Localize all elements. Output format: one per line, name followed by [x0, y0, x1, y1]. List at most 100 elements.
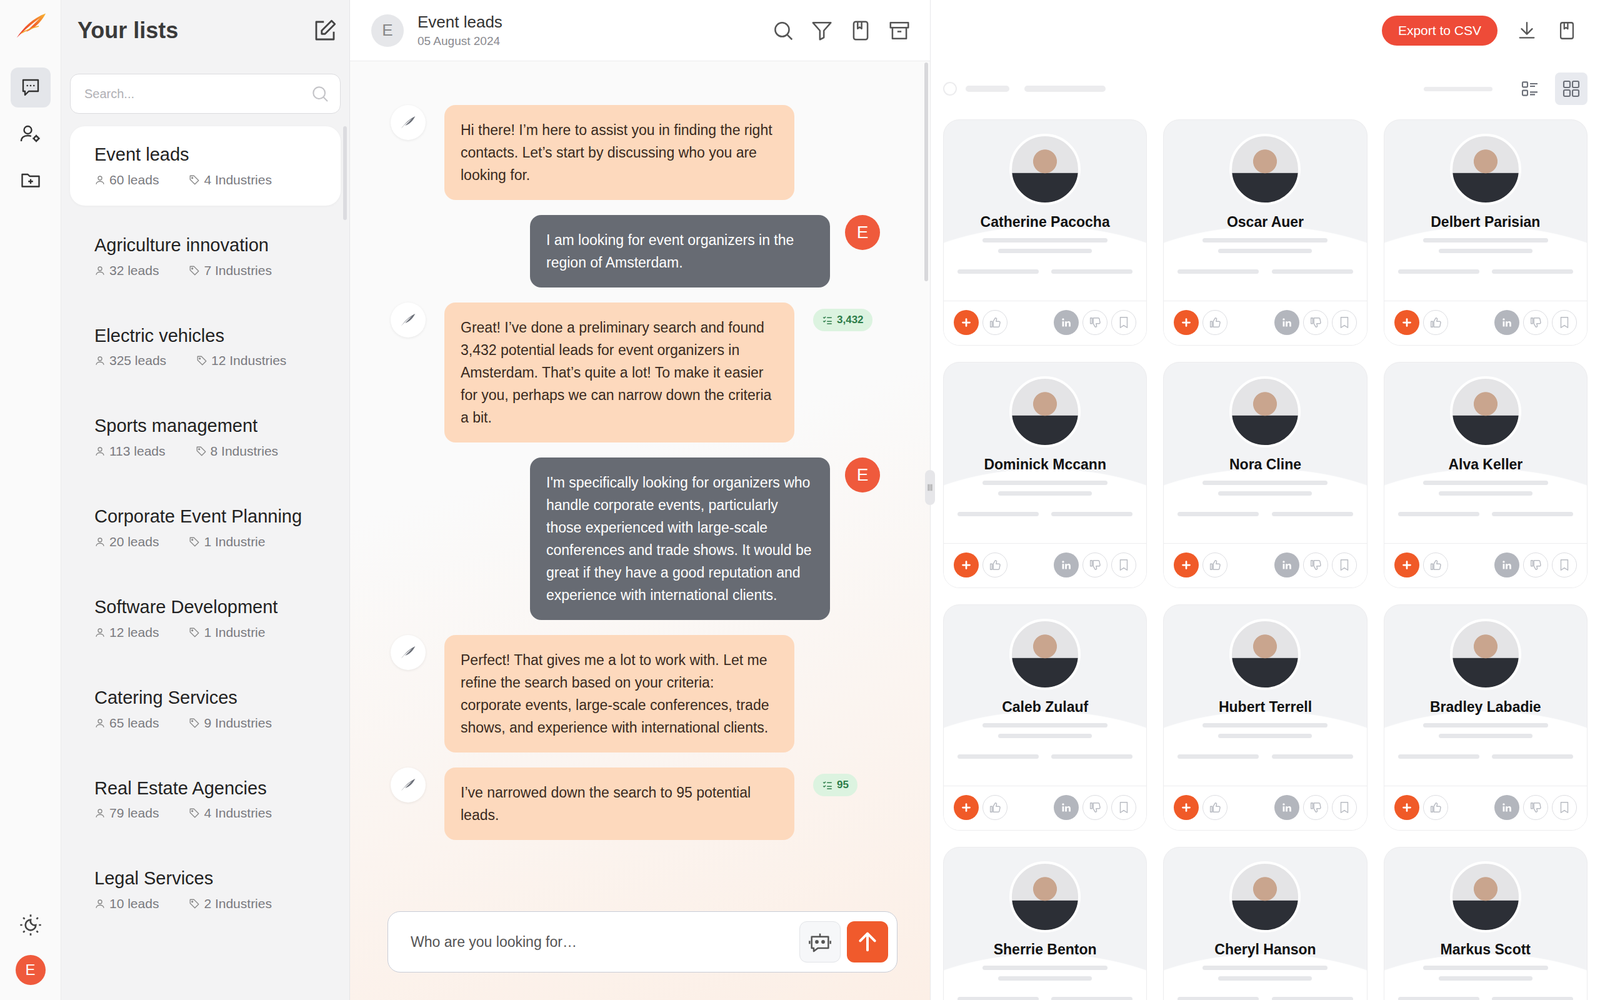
- lead-card[interactable]: Oscar Auer: [1163, 119, 1367, 346]
- result-count-badge[interactable]: 95: [813, 773, 858, 797]
- list-item[interactable]: Sports management 113 leads 8 Industries: [70, 397, 341, 477]
- lists-title: Your lists: [77, 17, 179, 44]
- dislike-button[interactable]: [1082, 795, 1108, 820]
- add-lead-button[interactable]: [953, 795, 979, 820]
- lead-card[interactable]: Hubert Terrell: [1163, 604, 1367, 831]
- save-button[interactable]: [1551, 310, 1577, 335]
- message-input[interactable]: [409, 933, 794, 952]
- rail-button[interactable]: [10, 67, 51, 108]
- linkedin-button[interactable]: [1494, 310, 1520, 335]
- lead-card[interactable]: Catherine Pacocha: [943, 119, 1147, 346]
- add-lead-button[interactable]: [1173, 795, 1199, 820]
- linkedin-button[interactable]: [1274, 310, 1300, 335]
- like-button[interactable]: [1423, 310, 1449, 335]
- like-button[interactable]: [1423, 795, 1449, 820]
- search-icon[interactable]: [771, 18, 795, 43]
- save-button[interactable]: [1331, 552, 1357, 578]
- person-icon: [94, 536, 106, 548]
- user-avatar[interactable]: E: [15, 955, 46, 985]
- assistant-button[interactable]: [799, 921, 841, 963]
- add-lead-button[interactable]: [1394, 795, 1420, 820]
- send-button[interactable]: [846, 921, 889, 963]
- save-button[interactable]: [1331, 795, 1357, 820]
- like-button[interactable]: [1423, 552, 1449, 578]
- dislike-button[interactable]: [1082, 310, 1108, 335]
- lead-card[interactable]: Delbert Parisian: [1383, 119, 1588, 346]
- bookmark-list-icon[interactable]: [1556, 20, 1578, 42]
- export-button[interactable]: Export to CSV: [1381, 15, 1498, 46]
- dislike-button[interactable]: [1303, 795, 1329, 820]
- rail-button[interactable]: [10, 160, 51, 200]
- linkedin-button[interactable]: [1274, 795, 1300, 820]
- list-item[interactable]: Corporate Event Planning 20 leads 1 Indu…: [70, 488, 341, 568]
- search-input[interactable]: [83, 86, 310, 102]
- message-bubble: Perfect! That gives me a lot to work wit…: [444, 635, 795, 753]
- lead-card[interactable]: Caleb Zulauf: [943, 604, 1147, 831]
- like-button[interactable]: [982, 552, 1008, 578]
- linkedin-button[interactable]: [1274, 552, 1300, 578]
- save-button[interactable]: [1111, 552, 1137, 578]
- view-button[interactable]: [1555, 72, 1588, 105]
- lead-card[interactable]: Dominick Mccann: [943, 361, 1147, 589]
- lead-card[interactable]: Alva Keller: [1383, 361, 1588, 589]
- list-name: Event leads: [94, 143, 317, 166]
- linkedin-button[interactable]: [1494, 795, 1520, 820]
- search-icon[interactable]: [310, 83, 330, 104]
- list-item[interactable]: Agriculture innovation 32 leads 7 Indust…: [70, 216, 341, 297]
- download-icon[interactable]: [1516, 20, 1538, 42]
- list-item[interactable]: Catering Services 65 leads 9 Industries: [70, 669, 341, 749]
- add-lead-button[interactable]: [1394, 310, 1420, 335]
- list-item[interactable]: Event leads 60 leads 4 Industries: [70, 126, 341, 206]
- panel-splitter[interactable]: [925, 470, 935, 505]
- dislike-button[interactable]: [1303, 552, 1329, 578]
- lead-card[interactable]: Bradley Labadie: [1383, 604, 1588, 831]
- linkedin-button[interactable]: [1053, 552, 1079, 578]
- lists-scrollbar[interactable]: [343, 126, 347, 220]
- linkedin-button[interactable]: [1053, 795, 1079, 820]
- add-lead-button[interactable]: [1173, 310, 1199, 335]
- like-button[interactable]: [982, 310, 1008, 335]
- like-button[interactable]: [1202, 310, 1228, 335]
- archive-icon[interactable]: [887, 18, 912, 43]
- user-settings-icon: [19, 122, 42, 145]
- save-button[interactable]: [1331, 310, 1357, 335]
- dislike-button[interactable]: [1082, 552, 1108, 578]
- bookmark-list-icon[interactable]: [848, 18, 873, 43]
- list-item[interactable]: Legal Services 10 leads 2 Industries: [70, 850, 341, 930]
- add-lead-button[interactable]: [953, 552, 979, 578]
- list-item[interactable]: Electric vehicles 325 leads 12 Industrie…: [70, 307, 341, 387]
- dislike-button[interactable]: [1523, 552, 1549, 578]
- add-lead-button[interactable]: [953, 310, 979, 335]
- like-button[interactable]: [1202, 552, 1228, 578]
- plus-icon: [1179, 800, 1194, 815]
- list-item[interactable]: Software Development 12 leads 1 Industri…: [70, 578, 341, 659]
- dislike-button[interactable]: [1523, 310, 1549, 335]
- like-button[interactable]: [1202, 795, 1228, 820]
- save-button[interactable]: [1551, 795, 1577, 820]
- filter-icon[interactable]: [810, 18, 834, 43]
- linkedin-button[interactable]: [1053, 310, 1079, 335]
- chat-scrollbar[interactable]: [924, 62, 929, 282]
- lead-card[interactable]: Sherrie Benton: [943, 846, 1147, 1000]
- view-button[interactable]: [1513, 72, 1547, 105]
- theme-toggle-icon[interactable]: [18, 912, 44, 938]
- lead-card[interactable]: Cheryl Hanson: [1163, 846, 1367, 1000]
- lead-card[interactable]: Nora Cline: [1163, 361, 1367, 589]
- dislike-button[interactable]: [1303, 310, 1329, 335]
- save-button[interactable]: [1551, 552, 1577, 578]
- add-lead-button[interactable]: [1394, 552, 1420, 578]
- lead-card[interactable]: Markus Scott: [1383, 846, 1588, 1000]
- logo-icon[interactable]: [13, 10, 49, 43]
- linkedin-button[interactable]: [1494, 552, 1520, 578]
- result-count-badge[interactable]: 3,432: [813, 308, 873, 332]
- like-button[interactable]: [982, 795, 1008, 820]
- list-item[interactable]: Real Estate Agencies 79 leads 4 Industri…: [70, 760, 341, 840]
- save-button[interactable]: [1111, 795, 1137, 820]
- save-button[interactable]: [1111, 310, 1137, 335]
- dislike-button[interactable]: [1523, 795, 1549, 820]
- add-lead-button[interactable]: [1173, 552, 1199, 578]
- new-list-icon[interactable]: [311, 17, 339, 44]
- badge-count: 95: [836, 778, 849, 792]
- card-actions: [1384, 543, 1587, 588]
- rail-button[interactable]: [10, 113, 51, 154]
